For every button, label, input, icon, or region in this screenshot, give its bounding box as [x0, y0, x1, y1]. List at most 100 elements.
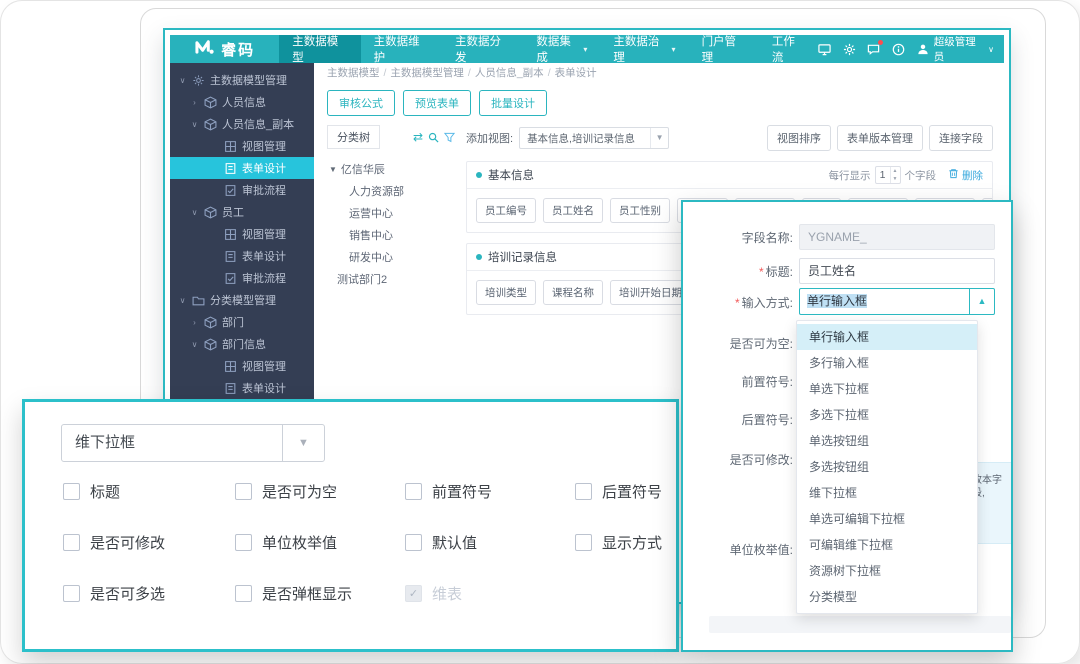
user-menu[interactable]: 超级管理员 ∨	[916, 34, 994, 64]
batch-design-button[interactable]: 批量设计	[479, 90, 547, 116]
dropdown-option[interactable]: 多选按钮组	[797, 454, 977, 480]
sidebar-item-model-mgmt[interactable]: ∨主数据模型管理	[170, 69, 314, 91]
nav-tab-governance[interactable]: 主数据治理▾	[600, 35, 688, 63]
audit-formula-button[interactable]: 审核公式	[327, 90, 395, 116]
checkbox-icon[interactable]	[63, 534, 80, 551]
filter-icon[interactable]	[444, 132, 455, 143]
sidebar-item-person-copy[interactable]: ∨人员信息_副本	[170, 113, 314, 135]
logo-text: 睿码	[221, 39, 255, 60]
checkbox-icon[interactable]	[405, 534, 422, 551]
breadcrumb-item[interactable]: 人员信息_副本	[475, 67, 544, 79]
sidebar-item-view-mgmt[interactable]: 视图管理	[170, 355, 314, 377]
swap-icon[interactable]: ⇄	[413, 130, 423, 144]
checkbox-icon[interactable]	[575, 534, 592, 551]
tree-node[interactable]: 运营中心	[327, 203, 455, 225]
nav-tab-workflow[interactable]: 工作流	[759, 35, 818, 63]
checkbox-suffix[interactable]: 后置符号	[575, 481, 666, 502]
checkbox-prefix[interactable]: 前置符号	[405, 481, 575, 502]
field-chip[interactable]: 员工姓名	[543, 198, 603, 223]
sidebar-item-form-design[interactable]: 表单设计	[170, 157, 314, 179]
nav-tab-maintain[interactable]: 主数据维护	[361, 35, 442, 63]
checkbox-display-mode[interactable]: 显示方式	[575, 532, 666, 553]
dropdown-option[interactable]: 资源树下拉框	[797, 558, 977, 584]
nav-tab-portal[interactable]: 门户管理	[689, 35, 759, 63]
per-row-stepper[interactable]: 1▲▼	[875, 166, 901, 184]
tree-panel-tab[interactable]: 分类树	[327, 125, 380, 149]
sidebar-item-category-mgmt[interactable]: ∨分类模型管理	[170, 289, 314, 311]
checkbox-nullable[interactable]: 是否可为空	[235, 481, 405, 502]
dropdown-option[interactable]: 单选可编辑下拉框	[797, 506, 977, 532]
dropdown-option[interactable]: 可编辑维下拉框	[797, 532, 977, 558]
message-icon[interactable]	[867, 42, 881, 56]
checkbox-icon[interactable]	[235, 585, 252, 602]
dropdown-option[interactable]: 分类模型	[797, 584, 977, 610]
field-chip[interactable]: 员工性别	[610, 198, 670, 223]
tree-node[interactable]: 研发中心	[327, 247, 455, 269]
title-input[interactable]: 员工姓名	[799, 258, 995, 284]
checkbox-editable[interactable]: 是否可修改	[63, 532, 235, 553]
stepper-up-icon[interactable]: ▲	[891, 167, 900, 175]
field-chip[interactable]: 课程名称	[543, 280, 603, 305]
input-type-select[interactable]: 单行输入框 ▲	[799, 288, 995, 315]
tree-node[interactable]: 销售中心	[327, 225, 455, 247]
checkbox-unit-enum[interactable]: 单位枚举值	[235, 532, 405, 553]
nav-tab-distribute[interactable]: 主数据分发	[442, 35, 523, 63]
app-logo[interactable]: 睿码	[170, 35, 279, 63]
checkbox-icon[interactable]	[63, 483, 80, 500]
checkbox-dim-table: ✓维表	[405, 583, 575, 604]
sidebar-item-employee[interactable]: ∨员工	[170, 201, 314, 223]
sidebar-item-approval-flow[interactable]: 审批流程	[170, 179, 314, 201]
field-chip[interactable]: 培训开始日期	[610, 280, 691, 305]
add-view-select[interactable]: 基本信息,培训记录信息 ▼	[519, 127, 669, 149]
link-fields-button[interactable]: 连接字段	[929, 125, 993, 151]
bullet-icon	[476, 254, 482, 260]
sidebar-item-view-mgmt[interactable]: 视图管理	[170, 135, 314, 157]
search-icon[interactable]	[428, 132, 439, 143]
checkbox-icon[interactable]	[405, 483, 422, 500]
nav-tab-model[interactable]: 主数据模型	[279, 35, 360, 63]
dropdown-option[interactable]: 单选按钮组	[797, 428, 977, 454]
checkbox-default-value[interactable]: 默认值	[405, 532, 575, 553]
view-sort-button[interactable]: 视图排序	[767, 125, 831, 151]
dropdown-option[interactable]: 多行输入框	[797, 350, 977, 376]
tree-node-root[interactable]: ▼亿信华辰	[327, 159, 455, 181]
form-version-button[interactable]: 表单版本管理	[837, 125, 923, 151]
nav-tab-integration[interactable]: 数据集成▾	[523, 35, 600, 63]
sidebar-item-person-info[interactable]: ›人员信息	[170, 91, 314, 113]
dropdown-option[interactable]: 维下拉框	[797, 480, 977, 506]
checkbox-icon[interactable]	[63, 585, 80, 602]
field-chip[interactable]: 员工编号	[476, 198, 536, 223]
checkbox-icon[interactable]	[235, 534, 252, 551]
unit-enum-input[interactable]	[709, 616, 1011, 633]
sidebar-item-dept[interactable]: ›部门	[170, 311, 314, 333]
sidebar-item-approval-flow[interactable]: 审批流程	[170, 267, 314, 289]
delete-section-button[interactable]: 删除	[948, 168, 983, 183]
sidebar-item-view-mgmt[interactable]: 视图管理	[170, 223, 314, 245]
field-name-label: 字段名称:	[683, 229, 793, 246]
sidebar-item-dept-info[interactable]: ∨部门信息	[170, 333, 314, 355]
tree-node[interactable]: 测试部门2	[327, 269, 455, 291]
breadcrumb-item[interactable]: 主数据模型管理	[390, 67, 464, 79]
dropdown-option[interactable]: 多选下拉框	[797, 402, 977, 428]
flow-icon	[224, 272, 237, 285]
gear-icon[interactable]	[843, 42, 857, 56]
info-icon[interactable]	[892, 42, 906, 56]
stepper-down-icon[interactable]: ▼	[891, 175, 900, 183]
checkbox-multi-select[interactable]: 是否可多选	[63, 583, 235, 604]
field-chip[interactable]: 培训类型	[476, 280, 536, 305]
dropdown-option-selected[interactable]: 单行输入框	[797, 324, 977, 350]
input-type-select[interactable]: 维下拉框 ▼	[61, 424, 325, 462]
checkbox-popup-display[interactable]: 是否弹框显示	[235, 583, 405, 604]
flow-icon	[224, 184, 237, 197]
sidebar-item-form-design[interactable]: 表单设计	[170, 377, 314, 399]
sidebar-item-form-design[interactable]: 表单设计	[170, 245, 314, 267]
add-view-label: 添加视图:	[466, 130, 513, 146]
tree-node[interactable]: 人力资源部	[327, 181, 455, 203]
checkbox-icon[interactable]	[235, 483, 252, 500]
breadcrumb-item[interactable]: 主数据模型	[327, 67, 380, 79]
preview-form-button[interactable]: 预览表单	[403, 90, 471, 116]
checkbox-icon[interactable]	[575, 483, 592, 500]
dropdown-option[interactable]: 单选下拉框	[797, 376, 977, 402]
monitor-icon[interactable]	[818, 42, 832, 56]
checkbox-title[interactable]: 标题	[63, 481, 235, 502]
